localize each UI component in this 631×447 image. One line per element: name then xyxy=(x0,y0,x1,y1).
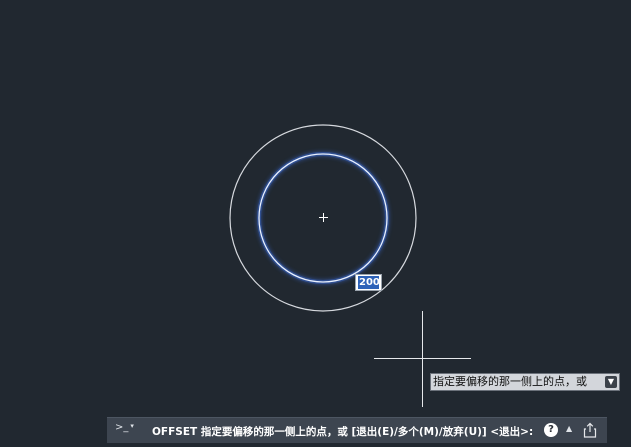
help-icon[interactable]: ? xyxy=(544,423,558,437)
crosshair-cursor xyxy=(374,311,471,407)
recent-commands-arrow-icon[interactable]: ▲ xyxy=(566,424,572,433)
share-icon[interactable] xyxy=(583,422,597,438)
tooltip-text: 指定要偏移的那一侧上的点，或 xyxy=(433,375,587,388)
command-tooltip: 指定要偏移的那一侧上的点，或 ▼ xyxy=(430,373,620,391)
dropdown-arrow-icon[interactable]: ▼ xyxy=(605,376,617,388)
dynamic-input-value[interactable]: 200 xyxy=(358,276,380,289)
command-prompt-icon[interactable]: >_ ▾ xyxy=(115,422,134,433)
circle-center-marker xyxy=(319,213,328,222)
chevron-down-icon: ▾ xyxy=(130,422,134,430)
command-text[interactable]: OFFSET 指定要偏移的那一侧上的点，或 [退出(E)/多个(M)/放弃(U)… xyxy=(152,424,533,439)
dynamic-input-field[interactable]: 200 xyxy=(355,274,382,291)
command-line-bar[interactable]: >_ ▾ OFFSET 指定要偏移的那一侧上的点，或 [退出(E)/多个(M)/放… xyxy=(107,417,607,443)
prompt-symbol: >_ xyxy=(115,422,129,433)
